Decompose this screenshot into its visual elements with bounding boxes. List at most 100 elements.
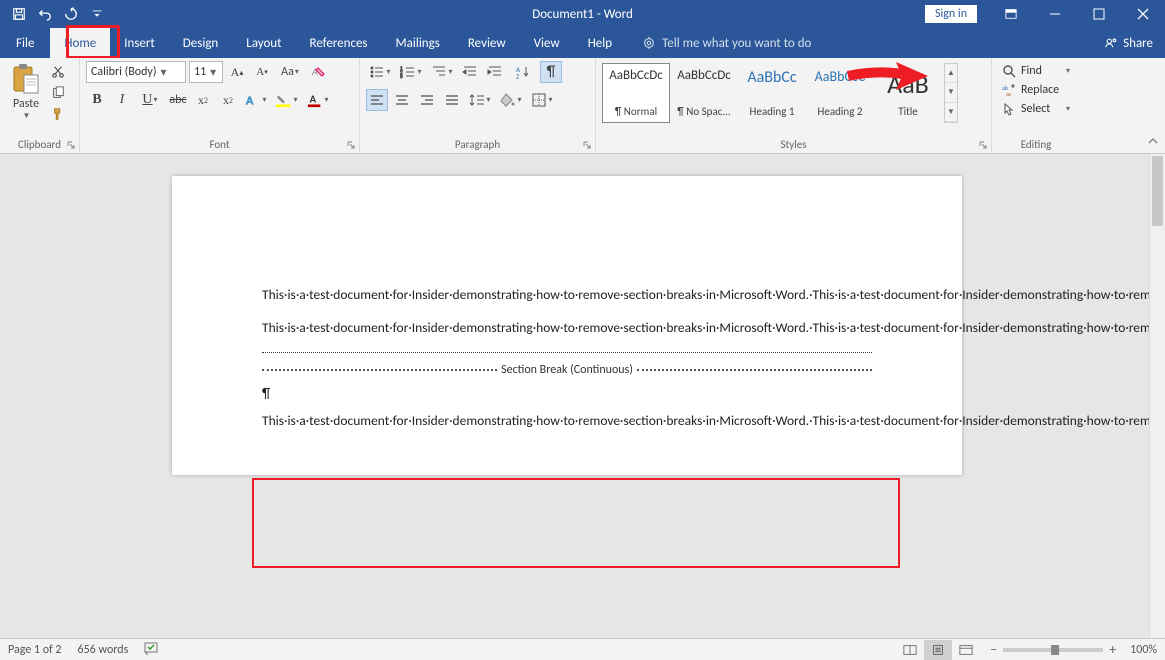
paste-label: Paste <box>13 97 39 111</box>
tab-design[interactable]: Design <box>169 28 232 58</box>
font-name-combo[interactable]: Calibri (Body)▾ <box>86 61 186 83</box>
decrease-indent-button[interactable] <box>459 61 481 83</box>
web-layout-button[interactable] <box>952 640 980 660</box>
print-layout-button[interactable] <box>924 640 952 660</box>
align-center-button[interactable] <box>391 89 413 111</box>
pilcrow-mark[interactable]: ¶ <box>262 385 872 402</box>
tab-references[interactable]: References <box>296 28 382 58</box>
tab-layout[interactable]: Layout <box>232 28 295 58</box>
line-spacing-button[interactable]: ▾ <box>466 89 494 111</box>
page-indicator[interactable]: Page 1 of 2 <box>8 643 62 657</box>
zoom-in-button[interactable]: + <box>1109 641 1116 658</box>
scrollbar-thumb[interactable] <box>1152 156 1163 226</box>
sort-button[interactable]: AZ <box>509 61 537 83</box>
font-dialog-launcher[interactable] <box>345 139 357 151</box>
group-clipboard: Paste ▼ Clipboard <box>0 58 80 153</box>
section-break-indicator[interactable]: Section Break (Continuous) <box>262 363 872 377</box>
paragraph-3[interactable]: This·is·a·test·document·for·Insider·demo… <box>262 412 872 431</box>
qat-customize[interactable] <box>86 3 108 25</box>
tab-view[interactable]: View <box>520 28 574 58</box>
style-heading-1[interactable]: AaBbCcHeading 1 <box>738 63 806 123</box>
view-buttons <box>896 640 980 660</box>
borders-button[interactable]: ▾ <box>528 89 556 111</box>
bullets-button[interactable]: ▾ <box>366 61 394 83</box>
select-button[interactable]: Select▾ <box>998 101 1074 117</box>
group-label-editing: Editing <box>992 136 1080 153</box>
tell-me-search[interactable]: Tell me what you want to do <box>642 36 811 51</box>
tab-help[interactable]: Help <box>574 28 626 58</box>
title-bar: Document1 - Word Sign in <box>0 0 1165 28</box>
copy-button[interactable] <box>48 84 68 102</box>
text-effects-button[interactable]: A▾ <box>242 89 270 111</box>
svg-text:A: A <box>310 93 317 106</box>
ribbon: Paste ▼ Clipboard Calibri (Body)▾ 11▾ A▴… <box>0 58 1165 154</box>
tab-file[interactable]: File <box>0 28 50 58</box>
style-heading-2[interactable]: AaBbCcCHeading 2 <box>806 63 874 123</box>
style-title[interactable]: AaBTitle <box>874 63 942 123</box>
align-left-button[interactable] <box>366 89 388 111</box>
zoom-slider[interactable] <box>1003 648 1103 652</box>
style--normal[interactable]: AaBbCcDc¶ Normal <box>602 63 670 123</box>
clipboard-dialog-launcher[interactable] <box>65 139 77 151</box>
svg-text:3: 3 <box>400 74 403 80</box>
bold-button[interactable]: B <box>86 89 108 111</box>
replace-button[interactable]: abacReplace <box>998 82 1074 98</box>
word-count[interactable]: 656 words <box>78 643 129 657</box>
close-button[interactable] <box>1121 0 1165 28</box>
read-mode-button[interactable] <box>896 640 924 660</box>
justify-button[interactable] <box>441 89 463 111</box>
highlight-button[interactable]: ▾ <box>273 89 301 111</box>
vertical-scrollbar[interactable] <box>1149 154 1165 638</box>
styles-scroller[interactable]: ▲▼▼ <box>944 63 958 123</box>
undo-button[interactable] <box>34 3 56 25</box>
redo-button[interactable] <box>60 3 82 25</box>
group-label-paragraph: Paragraph <box>360 136 595 153</box>
grow-font-button[interactable]: A▴ <box>226 61 248 83</box>
format-painter-button[interactable] <box>48 105 68 123</box>
ribbon-display-options[interactable] <box>989 0 1033 28</box>
group-label-font: Font <box>80 136 359 153</box>
show-hide-marks-button[interactable]: ¶ <box>540 61 562 83</box>
zoom-out-button[interactable]: − <box>990 641 997 658</box>
subscript-button[interactable]: x2 <box>192 89 214 111</box>
group-paragraph: ▾ 123▾ ▾ AZ ¶ ▾ ▾ ▾ Paragraph <box>360 58 596 153</box>
clear-formatting-button[interactable]: A <box>307 61 329 83</box>
minimize-button[interactable] <box>1033 0 1077 28</box>
style--no-spac-[interactable]: AaBbCcDc¶ No Spac... <box>670 63 738 123</box>
cut-button[interactable] <box>48 63 68 81</box>
document-page[interactable]: This·is·a·test·document·for·Insider·demo… <box>172 176 962 475</box>
shading-button[interactable]: ▾ <box>497 89 525 111</box>
document-area: This·is·a·test·document·for·Insider·demo… <box>0 154 1165 638</box>
find-button[interactable]: Find▾ <box>998 63 1074 79</box>
multilevel-list-button[interactable]: ▾ <box>428 61 456 83</box>
change-case-button[interactable]: Aa▾ <box>276 61 304 83</box>
superscript-button[interactable]: x2 <box>217 89 239 111</box>
italic-button[interactable]: I <box>111 89 133 111</box>
share-button[interactable]: Share <box>1105 36 1153 51</box>
tab-insert[interactable]: Insert <box>110 28 169 58</box>
tab-home[interactable]: Home <box>50 28 110 58</box>
paragraph-1[interactable]: This·is·a·test·document·for·Insider·demo… <box>262 286 872 305</box>
align-right-button[interactable] <box>416 89 438 111</box>
save-button[interactable] <box>8 3 30 25</box>
share-label: Share <box>1123 36 1153 51</box>
zoom-level[interactable]: 100% <box>1130 643 1157 657</box>
numbering-button[interactable]: 123▾ <box>397 61 425 83</box>
collapse-ribbon-button[interactable] <box>1147 135 1159 151</box>
font-color-button[interactable]: A▾ <box>304 89 332 111</box>
tab-review[interactable]: Review <box>454 28 520 58</box>
strikethrough-button[interactable]: abc <box>167 89 189 111</box>
maximize-button[interactable] <box>1077 0 1121 28</box>
increase-indent-button[interactable] <box>484 61 506 83</box>
styles-dialog-launcher[interactable] <box>977 139 989 151</box>
quick-access-toolbar <box>0 3 108 25</box>
shrink-font-button[interactable]: A▾ <box>251 61 273 83</box>
font-size-combo[interactable]: 11▾ <box>189 61 223 83</box>
spelling-status[interactable] <box>144 641 160 659</box>
underline-button[interactable]: U▾ <box>136 89 164 111</box>
paragraph-2[interactable]: This·is·a·test·document·for·Insider·demo… <box>262 319 872 338</box>
paragraph-dialog-launcher[interactable] <box>581 139 593 151</box>
group-styles: AaBbCcDc¶ NormalAaBbCcDc¶ No Spac...AaBb… <box>596 58 992 153</box>
tab-mailings[interactable]: Mailings <box>382 28 454 58</box>
sign-in-button[interactable]: Sign in <box>925 5 977 23</box>
